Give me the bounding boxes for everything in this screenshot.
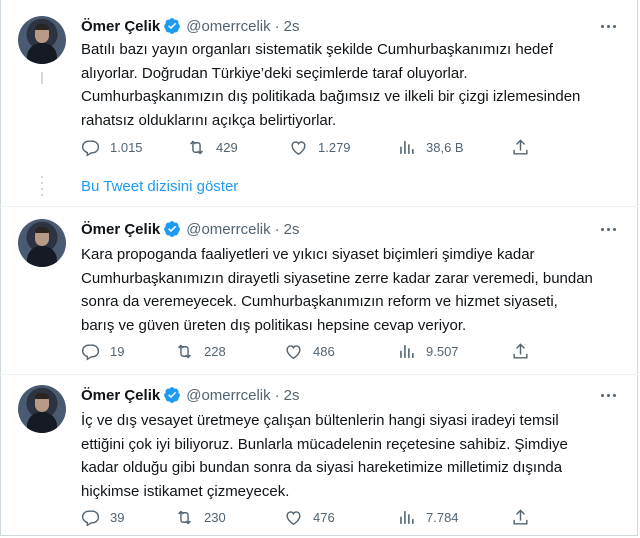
more-icon[interactable] (596, 16, 620, 36)
avatar[interactable] (18, 219, 66, 267)
avatar[interactable] (18, 385, 66, 433)
reply-count: 19 (110, 343, 125, 359)
share-button[interactable] (511, 137, 530, 157)
retweet-button[interactable]: 230 (175, 507, 226, 527)
like-icon (291, 140, 306, 155)
reply-button[interactable]: 39 (81, 507, 124, 527)
share-icon (513, 342, 528, 359)
author-handle[interactable]: @omerrcelik (186, 221, 270, 238)
reply-count: 1.015 (110, 139, 143, 155)
tweet-header: Ömer Çelik @omerrcelik · 2s (81, 16, 299, 36)
verified-badge-icon (163, 17, 181, 35)
author-name[interactable]: Ömer Çelik (81, 18, 160, 35)
separator: · (274, 17, 280, 35)
separator: · (274, 220, 280, 238)
share-icon (513, 508, 528, 525)
author-name[interactable]: Ömer Çelik (81, 387, 160, 404)
tweet[interactable]: Ömer Çelik @omerrcelik · 2s Kara propoga… (0, 206, 638, 374)
reply-button[interactable]: 19 (81, 341, 124, 361)
retweet-count: 429 (216, 139, 238, 155)
like-count: 486 (313, 343, 335, 359)
like-button[interactable]: 476 (284, 507, 335, 527)
author-name[interactable]: Ömer Çelik (81, 221, 160, 238)
retweet-button[interactable]: 228 (175, 341, 226, 361)
avatar[interactable] (18, 16, 66, 64)
reply-icon (81, 139, 100, 156)
views-icon (400, 140, 414, 154)
share-button[interactable] (511, 507, 530, 527)
author-handle[interactable]: @omerrcelik (186, 18, 270, 35)
share-icon (513, 138, 528, 155)
author-handle[interactable]: @omerrcelik (186, 387, 270, 404)
tweet-header: Ömer Çelik @omerrcelik · 2s (81, 385, 299, 405)
views-icon (400, 344, 414, 358)
reply-button[interactable]: 1.015 (81, 137, 143, 157)
views-button[interactable]: 9.507 (397, 341, 459, 361)
thread-connector-dotted (41, 176, 43, 198)
retweet-count: 228 (204, 343, 226, 359)
views-count: 9.507 (426, 343, 459, 359)
views-count: 7.784 (426, 509, 459, 525)
tweet-text: İç ve dış vesayet üretmeye çalışan bülte… (81, 412, 568, 500)
retweet-icon (190, 140, 203, 154)
tweet-text: Kara propoganda faaliyetleri ve yıkıcı s… (81, 246, 593, 334)
retweet-icon (178, 344, 191, 358)
like-button[interactable]: 1.279 (289, 137, 351, 157)
tweet-text: Batılı bazı yayın organları sistematik ş… (81, 41, 581, 129)
views-icon (400, 510, 414, 524)
like-icon (286, 510, 301, 525)
reply-icon (81, 509, 100, 526)
verified-badge-icon (163, 220, 181, 238)
share-button[interactable] (511, 341, 530, 361)
like-count: 476 (313, 509, 335, 525)
like-button[interactable]: 486 (284, 341, 335, 361)
tweet-actions: 39 230 476 7.784 (81, 507, 541, 527)
verified-badge-icon (163, 386, 181, 404)
views-button[interactable]: 38,6 B (397, 137, 464, 157)
retweet-button[interactable]: 429 (187, 137, 238, 157)
retweet-icon (178, 510, 191, 524)
show-thread-link[interactable]: Bu Tweet dizisini göster (81, 178, 238, 195)
views-count: 38,6 B (426, 139, 464, 155)
timestamp[interactable]: 2s (284, 18, 300, 35)
timestamp[interactable]: 2s (284, 221, 300, 238)
retweet-count: 230 (204, 509, 226, 525)
separator: · (274, 386, 280, 404)
reply-icon (81, 343, 100, 360)
more-icon[interactable] (596, 385, 620, 405)
tweet[interactable]: Ömer Çelik @omerrcelik · 2s İç ve dış ve… (0, 374, 638, 538)
tweet-actions: 1.015 429 1.279 38,6 B (81, 137, 541, 157)
tweet-actions: 19 228 486 9.507 (81, 341, 541, 361)
reply-count: 39 (110, 509, 125, 525)
views-button[interactable]: 7.784 (397, 507, 459, 527)
like-icon (286, 344, 301, 359)
like-count: 1.279 (318, 139, 351, 155)
tweet-header: Ömer Çelik @omerrcelik · 2s (81, 219, 299, 239)
timestamp[interactable]: 2s (284, 387, 300, 404)
tweet[interactable]: Ömer Çelik @omerrcelik · 2s Batılı bazı … (0, 0, 638, 170)
more-icon[interactable] (596, 219, 620, 239)
